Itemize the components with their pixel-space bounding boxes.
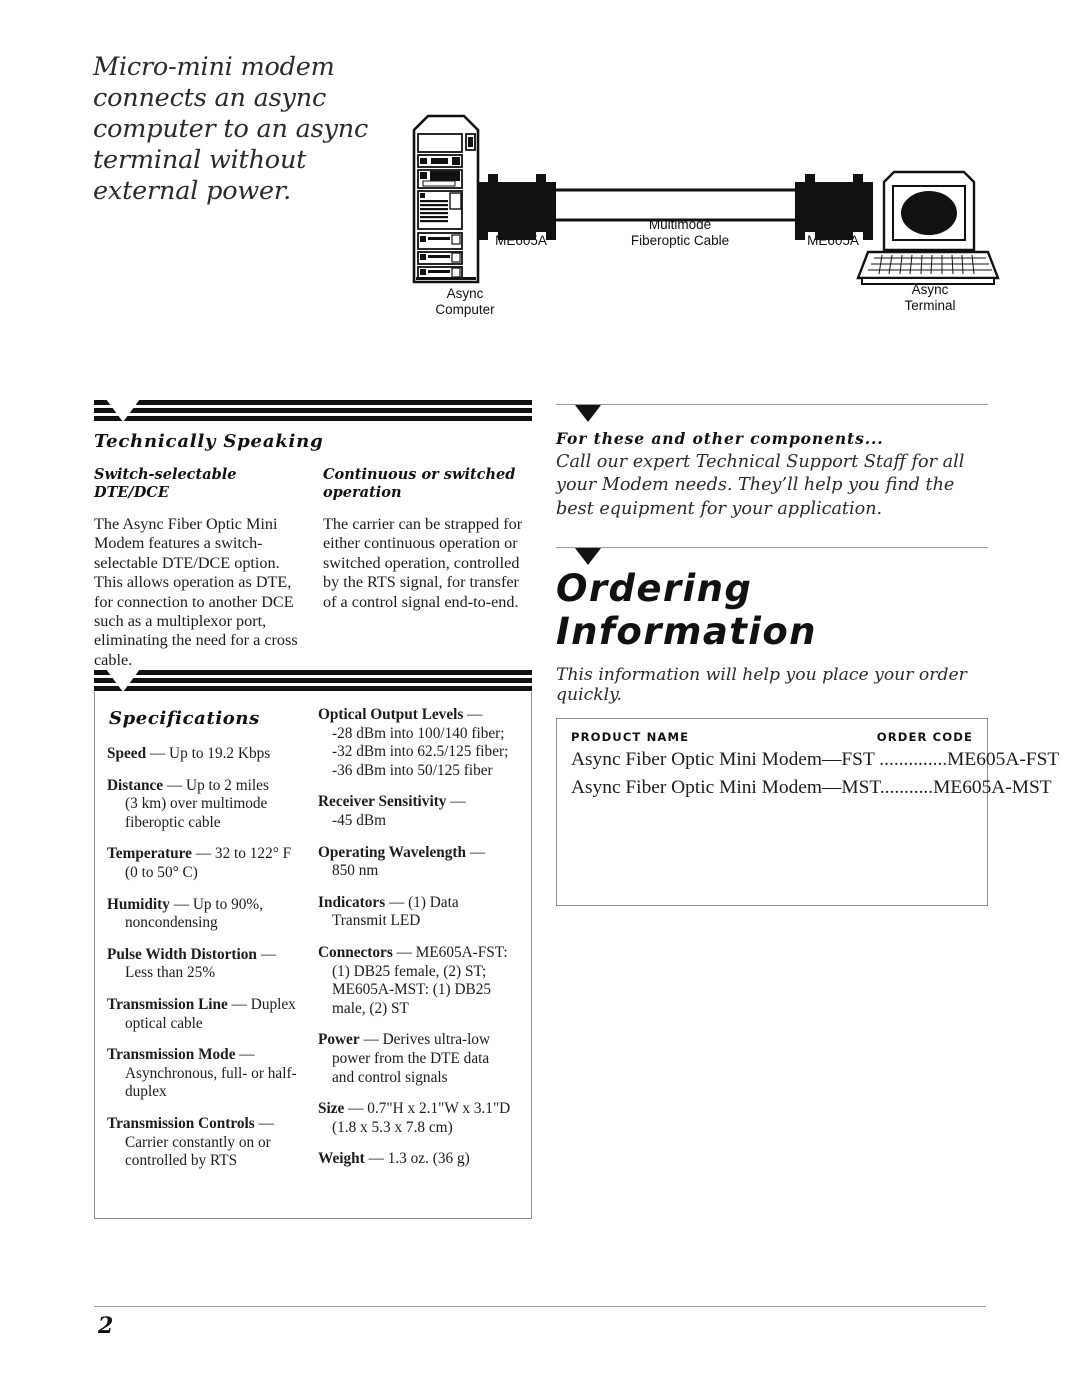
terminal-keyboard <box>856 250 1000 285</box>
spec-item-detail: Asynchronous, full- or half-duplex <box>125 1064 297 1101</box>
footer-rule <box>94 1306 986 1307</box>
spec-item-label: Transmission Line <box>107 995 228 1013</box>
spec-item: Connectors — ME605A-FST: (1) DB25 female,… <box>318 944 511 1018</box>
ts-subhead-continuous-switched: Continuous or switched operation <box>323 466 516 501</box>
table-row: Async Fiber Optic Mini Modem—MST........… <box>571 777 1052 799</box>
spec-item: Temperature — 32 to 122° F (0 to 50° C) <box>107 845 300 882</box>
spec-item-detail: Carrier constantly on or controlled by R… <box>125 1133 271 1170</box>
diagram-label-fiberoptic-cable: Multimode Fiberoptic Cable <box>630 217 730 248</box>
spec-item: Pulse Width Distortion — Less than 25% <box>107 946 300 983</box>
spec-item: Distance — Up to 2 miles (3 km) over mult… <box>107 777 300 833</box>
right-modem-body <box>795 174 873 240</box>
spec-item: Indicators — (1) Data Transmit LED <box>318 894 511 931</box>
ordering-section: For these and other components... Call o… <box>556 404 1060 907</box>
technically-speaking-section: Technically Speaking Switch-selectable D… <box>94 399 532 670</box>
spec-item-label: Size <box>318 1100 345 1118</box>
spec-item-label: Power <box>318 1031 360 1049</box>
spec-item-detail: (1) DB25 female, (2) ST; ME605A-MST: (1)… <box>332 962 492 1017</box>
spec-item-label: Operating Wavelength <box>318 843 467 861</box>
spec-item: Transmission Line — Duplex optical cable <box>107 996 300 1033</box>
spec-item-detail: Less than 25% <box>125 964 216 982</box>
spec-item-label: Receiver Sensitivity <box>318 793 447 811</box>
hairline-rule-top <box>556 404 988 405</box>
ordering-table: PRODUCT NAME ORDER CODE Async Fiber Opti… <box>556 718 1060 907</box>
specifications-box: Specifications Speed — Up to 19.2 Kbps Di… <box>94 692 532 1219</box>
triangle-down-icon <box>575 548 601 566</box>
section-title-technically-speaking: Technically Speaking <box>94 431 324 452</box>
spec-item-detail: power from the DTE data and control sign… <box>332 1049 490 1086</box>
spec-item-detail: -45 dBm <box>332 811 386 829</box>
spec-item-label: Optical Output Levels <box>318 706 464 723</box>
document-page: Micro-mini modem connects an async compu… <box>0 0 1080 1397</box>
spec-item-label: Temperature <box>107 845 192 863</box>
spec-item-detail: (1.8 x 5.3 x 7.8 cm) <box>332 1118 453 1136</box>
spec-item: Size — 0.7"H x 2.1"W x 3.1"D (1.8 x 5.3 x… <box>318 1100 511 1136</box>
page-number: 2 <box>98 1313 114 1339</box>
spec-item: Humidity — Up to 90%, noncondensing <box>107 896 300 933</box>
ordering-subtitle: This information will help you place you… <box>556 665 967 706</box>
striped-rule-top <box>94 399 532 422</box>
spec-item-label: Connectors <box>318 943 393 961</box>
spec-item: Transmission Controls — Carrier constantl… <box>107 1115 300 1171</box>
column-header-product-name: PRODUCT NAME <box>571 730 690 745</box>
left-modem-body <box>478 174 556 240</box>
spec-item: Operating Wavelength —850 nm <box>318 844 511 881</box>
specs-column-right: Optical Output Levels — -28 dBm into 100/… <box>318 706 511 1184</box>
section-title-specifications: Specifications <box>109 708 260 729</box>
spec-item-detail: (3 km) over multimode fiberoptic cable <box>125 795 268 831</box>
spec-item-label: Pulse Width Distortion <box>107 945 257 963</box>
ts-subhead-dte-dce: Switch-selectable DTE/DCE <box>94 466 237 501</box>
specs-column-left: Specifications Speed — Up to 19.2 Kbps Di… <box>107 706 300 1184</box>
spec-item-detail: Transmit LED <box>332 912 421 930</box>
spec-item: Power — Derives ultra-low power from the … <box>318 1031 511 1087</box>
components-heading: For these and other components... <box>556 429 884 448</box>
specs-list-right: Optical Output Levels — -28 dBm into 100/… <box>318 706 511 1169</box>
ts-column-left: Switch-selectable DTE/DCE The Async Fibe… <box>94 466 299 670</box>
ts-body-continuous-switched: The carrier can be strapped for either c… <box>323 515 523 611</box>
spec-item-label: Indicators <box>318 893 386 911</box>
triangle-notch-icon <box>106 399 140 422</box>
spec-item: Optical Output Levels — -28 dBm into 100/… <box>318 706 511 780</box>
diagram-label-left-modem: ME605A <box>495 233 547 248</box>
ts-body-dte-dce: The Async Fiber Optic Mini Modem feature… <box>94 515 298 669</box>
network-diagram: Async Computer ME605A Multimode Fiberopt… <box>390 100 1010 340</box>
diagram-label-right-modem: ME605A <box>807 233 859 248</box>
components-body: Call our expert Technical Support Staff … <box>556 452 965 519</box>
page-headline: Micro-mini modem connects an async compu… <box>93 52 369 206</box>
spec-item: Transmission Mode — Asynchronous, full- o… <box>107 1046 300 1102</box>
spec-item-detail: (0 to 50° C) <box>125 863 198 881</box>
spec-item-detail: optical cable <box>125 1014 203 1032</box>
striped-rule-specs <box>94 669 532 692</box>
ordering-information-title: Ordering Information <box>556 567 817 654</box>
hairline-rule-ordering <box>556 547 988 549</box>
spec-item-detail: 850 nm <box>332 862 379 880</box>
triangle-notch-icon <box>106 669 140 692</box>
spec-item: Speed — Up to 19.2 Kbps <box>107 745 271 762</box>
column-header-order-code: ORDER CODE <box>876 730 973 745</box>
specs-list-left: Speed — Up to 19.2 Kbps Distance — Up to … <box>107 745 300 1171</box>
specifications-section: Specifications Speed — Up to 19.2 Kbps Di… <box>94 669 532 1219</box>
spec-item-detail: -28 dBm into 100/140 fiber; -32 dBm into… <box>332 724 509 779</box>
spec-item-detail: noncondensing <box>125 914 218 932</box>
spec-item-label: Transmission Mode <box>107 1046 236 1064</box>
spec-item: Weight — 1.3 oz. (36 g) <box>318 1150 470 1168</box>
diagram-label-async-terminal: Async Terminal <box>904 282 956 313</box>
ordering-table-header: PRODUCT NAME ORDER CODE <box>571 730 973 744</box>
spec-item-label: Transmission Controls <box>107 1114 255 1132</box>
triangle-down-icon <box>575 405 601 422</box>
spec-item-label: Humidity <box>107 895 170 913</box>
spec-item-label: Speed <box>107 745 147 762</box>
fiber-cable <box>556 188 795 222</box>
diagram-label-async-computer: Async Computer <box>435 286 495 317</box>
table-row: Async Fiber Optic Mini Modem—FST .......… <box>571 749 1060 771</box>
spec-item-label: Weight <box>318 1150 365 1168</box>
spec-item-label: Distance <box>107 776 164 794</box>
ts-column-right: Continuous or switched operation The car… <box>323 466 528 670</box>
spec-item: Receiver Sensitivity — -45 dBm <box>318 793 511 830</box>
